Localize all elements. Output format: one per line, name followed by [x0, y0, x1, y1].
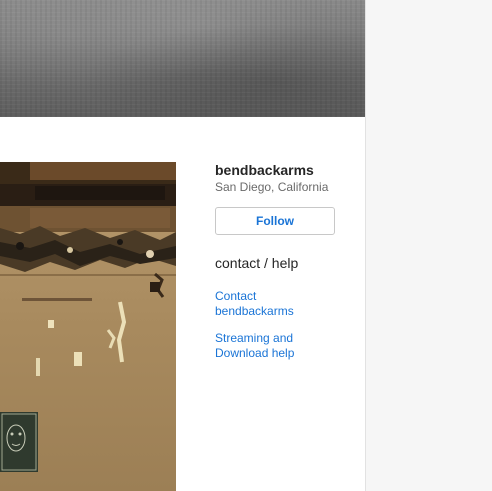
album-art-image[interactable] [0, 162, 176, 491]
artist-location: San Diego, California [215, 180, 329, 194]
streaming-help-link-line1: Streaming and [215, 331, 294, 345]
streaming-download-help-link[interactable]: Streaming and Download help [215, 331, 325, 361]
artist-name[interactable]: bendbackarms [215, 162, 314, 178]
header-image [0, 0, 365, 117]
panel-divider [365, 0, 366, 491]
contact-artist-link-line1: Contact [215, 289, 257, 303]
contact-artist-link[interactable]: Contact bendbackarms [215, 289, 325, 319]
contact-help-heading: contact / help [215, 255, 299, 271]
streaming-help-link-line2: Download help [215, 346, 295, 360]
follow-button[interactable]: Follow [215, 207, 335, 235]
contact-artist-link-line2: bendbackarms [215, 304, 294, 318]
